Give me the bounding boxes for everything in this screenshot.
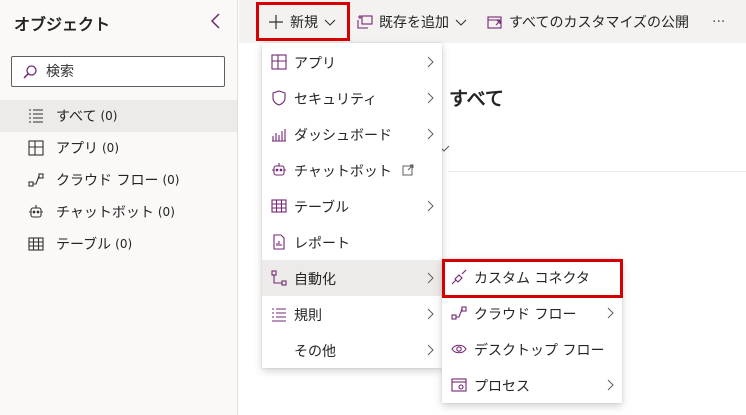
search-box[interactable]: [11, 56, 225, 87]
publish-all-label: すべてのカスタマイズの公開: [509, 14, 690, 31]
sidebar-item-label: テーブル: [56, 237, 112, 253]
menu-item-desktop-flow[interactable]: デスクトップ フロー: [442, 331, 622, 367]
objects-sidebar: オブジェクト すべて (0) アプリ (0) クラウド フロー (0): [0, 0, 238, 415]
list-icon: [28, 108, 44, 124]
eye-icon: [451, 341, 467, 357]
sidebar-item-count: (0): [162, 173, 180, 187]
dashboard-icon: [271, 126, 287, 142]
menu-item-cloud-flow[interactable]: クラウド フロー: [442, 295, 622, 331]
chevron-left-icon: [210, 13, 220, 29]
table-icon: [28, 236, 44, 252]
menu-item-label: その他: [294, 344, 336, 360]
chevron-right-icon: [424, 128, 436, 140]
flow-icon: [28, 172, 44, 188]
chevron-down-icon: [324, 16, 336, 28]
menu-item-security[interactable]: セキュリティ: [262, 80, 442, 116]
sidebar-title: オブジェクト: [14, 15, 111, 34]
add-existing-label: 既存を追加: [379, 14, 449, 31]
table-icon: [271, 198, 287, 214]
automation-submenu: カスタム コネクタ クラウド フロー デスクトップ フロー プロセス: [442, 259, 622, 403]
menu-item-label: カスタム コネクタ: [474, 271, 590, 287]
chevron-right-icon: [424, 200, 436, 212]
menu-item-label: チャットボット: [294, 164, 392, 180]
search-icon: [22, 64, 38, 80]
sidebar-item-label: アプリ: [56, 141, 98, 157]
menu-item-chatbot[interactable]: チャットボット: [262, 152, 442, 188]
sidebar-item-count: (0): [157, 205, 175, 219]
menu-item-label: 自動化: [294, 272, 336, 288]
chevron-right-icon: [604, 307, 616, 319]
menu-item-process[interactable]: プロセス: [442, 367, 622, 403]
menu-item-label: レポート: [294, 236, 350, 252]
connector-icon: [451, 269, 467, 285]
menu-item-rules[interactable]: 規則: [262, 296, 442, 332]
menu-item-table[interactable]: テーブル: [262, 188, 442, 224]
add-existing-icon: [357, 14, 373, 30]
menu-item-report[interactable]: レポート: [262, 224, 442, 260]
sidebar-item-all[interactable]: すべて (0): [0, 100, 237, 132]
search-input[interactable]: [46, 62, 216, 82]
sidebar-item-count: (0): [115, 237, 133, 251]
page-title: すべて: [449, 88, 504, 110]
shield-icon: [271, 90, 287, 106]
sidebar-item-label: すべて: [56, 109, 97, 125]
flow-icon: [451, 305, 467, 321]
new-button[interactable]: 新規: [268, 0, 336, 43]
menu-item-automation[interactable]: 自動化: [262, 260, 442, 296]
automation-icon: [271, 270, 287, 286]
app-icon: [271, 54, 287, 70]
app-icon: [28, 140, 44, 156]
new-button-label: 新規: [290, 14, 318, 31]
chevron-right-icon: [424, 92, 436, 104]
more-commands-button[interactable]: ···: [712, 0, 725, 43]
more-icon: ···: [712, 13, 726, 30]
menu-item-label: アプリ: [294, 56, 336, 72]
sidebar-item-label: チャットボット: [56, 205, 154, 221]
process-icon: [451, 377, 467, 393]
divider: [448, 171, 746, 172]
sidebar-item-count: (0): [102, 141, 119, 155]
collapse-sidebar-button[interactable]: [206, 10, 226, 32]
menu-item-other[interactable]: その他: [262, 332, 442, 368]
menu-item-label: セキュリティ: [294, 92, 378, 108]
chevron-down-icon: [455, 16, 467, 28]
menu-item-custom-connector[interactable]: カスタム コネクタ: [442, 259, 622, 295]
menu-item-label: 規則: [294, 308, 322, 324]
publish-all-button[interactable]: すべてのカスタマイズの公開: [487, 0, 689, 43]
add-existing-button[interactable]: 既存を追加: [357, 0, 467, 43]
menu-item-label: ダッシュボード: [294, 128, 392, 144]
new-menu: アプリ セキュリティ ダッシュボード チャットボット テーブル レポート 自動化…: [262, 43, 442, 368]
sidebar-item-count: (0): [100, 109, 118, 123]
chevron-right-icon: [424, 344, 436, 356]
chevron-right-icon: [424, 56, 436, 68]
bot-icon: [271, 162, 287, 178]
sidebar-item-tables[interactable]: テーブル (0): [0, 228, 237, 260]
chevron-right-icon: [604, 379, 616, 391]
report-icon: [271, 234, 287, 250]
menu-item-app[interactable]: アプリ: [262, 44, 442, 80]
external-link-icon: [402, 164, 414, 176]
publish-icon: [487, 14, 503, 30]
sidebar-item-cloud-flows[interactable]: クラウド フロー (0): [0, 164, 237, 196]
menu-item-dashboard[interactable]: ダッシュボード: [262, 116, 442, 152]
menu-item-label: テーブル: [294, 200, 350, 216]
chevron-right-icon: [424, 308, 436, 320]
sidebar-item-label: クラウド フロー: [56, 173, 159, 189]
chevron-right-icon: [424, 272, 436, 284]
sidebar-item-apps[interactable]: アプリ (0): [0, 132, 237, 164]
plus-icon: [268, 14, 284, 30]
menu-item-label: デスクトップ フロー: [474, 343, 605, 359]
bot-icon: [28, 204, 44, 220]
rules-icon: [271, 306, 287, 322]
sidebar-item-chatbots[interactable]: チャットボット (0): [0, 196, 237, 228]
menu-item-label: プロセス: [474, 379, 530, 395]
menu-item-label: クラウド フロー: [474, 307, 577, 323]
